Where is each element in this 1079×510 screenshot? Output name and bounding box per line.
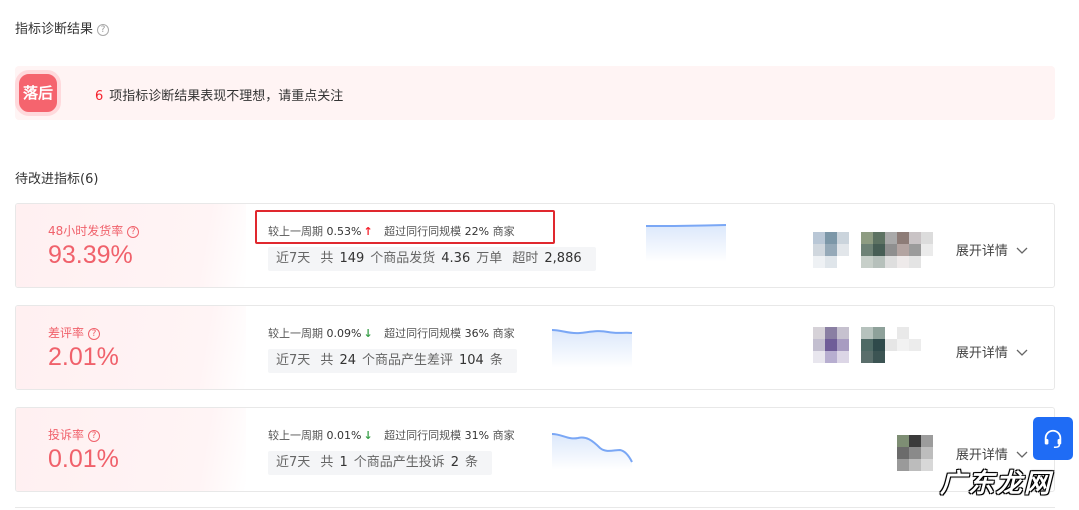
metric-name: 差评率? (48, 324, 101, 341)
chevron-down-icon (1016, 451, 1028, 458)
metric-value: 0.01% (48, 445, 119, 473)
banner-message: 6 项指标诊断结果表现不理想，请重点关注 (95, 89, 344, 104)
compare-line: 较上一周期 0.01% ↓ 超过同行同规模 31% 商家 (268, 429, 515, 442)
chevron-down-icon (1016, 349, 1028, 356)
stats-bar: 近7天 共 1 个商品产生投诉 2 条 (268, 451, 493, 475)
stats-bar: 近7天 共 149 个商品发货 4.36 万单 超时 2,886 (268, 247, 596, 271)
diagnosis-title: 指标诊断结果? (15, 18, 110, 37)
chevron-down-icon (1016, 247, 1028, 254)
help-icon[interactable]: ? (127, 226, 140, 238)
lagging-count: 6 (95, 89, 104, 104)
blurred-product-thumbnails (813, 327, 933, 363)
expand-details-button[interactable]: 展开详情 (956, 342, 1028, 361)
metric-value: 2.01% (48, 343, 119, 371)
trend-down-icon: ↓ (363, 429, 373, 442)
stats-bar: 近7天 共 24 个商品产生差评 104 条 (268, 349, 517, 373)
expand-details-button[interactable]: 展开详情 (956, 444, 1028, 463)
watermark-logo: 广东龙网 (940, 469, 1053, 499)
metric-name: 投诉率? (48, 426, 101, 443)
compare-line: 较上一周期 0.09% ↓ 超过同行同规模 36% 商家 (268, 327, 515, 340)
blurred-product-thumbnails (813, 232, 933, 268)
sparkline (551, 329, 633, 368)
blurred-product-thumbnails (897, 435, 933, 471)
metric-card-complaint: 投诉率? 0.01% 较上一周期 0.01% ↓ 超过同行同规模 31% 商家 近… (15, 407, 1055, 492)
expand-details-button[interactable]: 展开详情 (956, 240, 1028, 259)
metric-value: 93.39% (48, 241, 133, 269)
pending-title: 待改进指标(6) (15, 172, 99, 187)
customer-support-button[interactable] (1033, 417, 1073, 460)
sparkline (551, 433, 633, 470)
metric-card-bad-review: 差评率? 2.01% 较上一周期 0.09% ↓ 超过同行同规模 36% 商家 近… (15, 305, 1055, 390)
alert-banner: 落后 6 项指标诊断结果表现不理想，请重点关注 (15, 66, 1055, 120)
metric-name: 48小时发货率? (48, 222, 140, 239)
help-icon[interactable]: ? (88, 328, 101, 340)
help-icon[interactable]: ? (97, 24, 110, 36)
help-icon[interactable]: ? (88, 430, 101, 442)
trend-down-icon: ↓ (363, 327, 373, 340)
sparkline (646, 224, 727, 262)
headset-icon (1044, 429, 1062, 448)
lagging-badge: 落后 (15, 70, 61, 116)
highlight-annotation-box (255, 210, 555, 244)
